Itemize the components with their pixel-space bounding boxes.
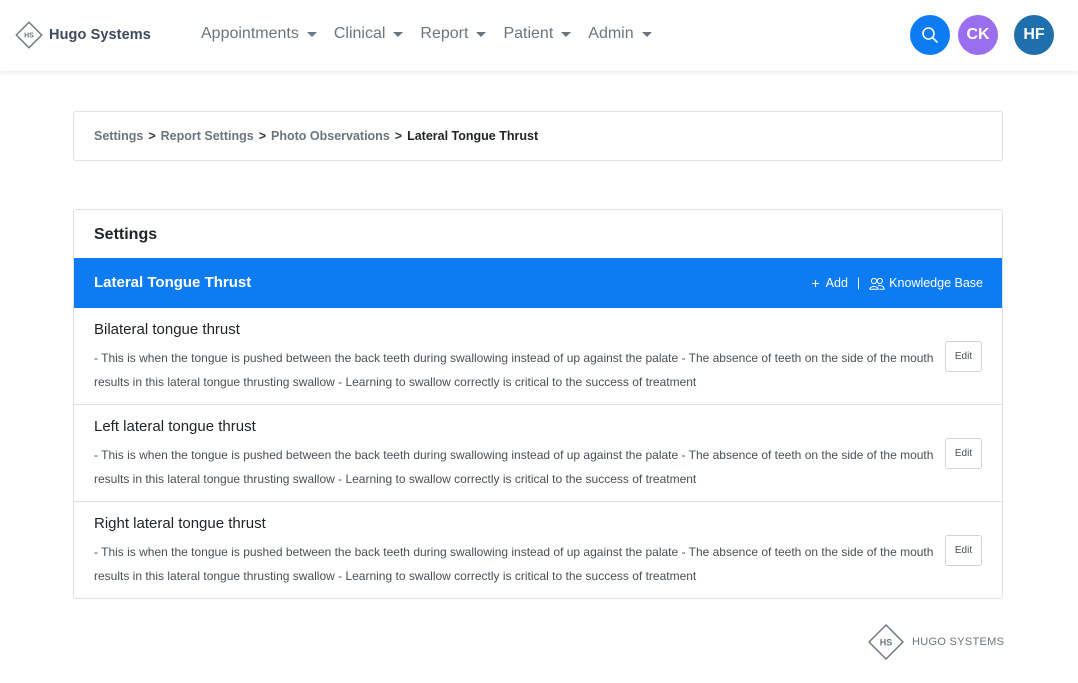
user-avatar-ck[interactable]: CK — [958, 15, 998, 55]
section-actions: + Add | Knowledge Base — [811, 276, 983, 290]
footer-brand-text: HUGO SYSTEMS — [912, 636, 1005, 648]
add-label: Add — [825, 276, 848, 290]
nav-label: Report — [420, 25, 469, 42]
breadcrumb-link-photo-observations[interactable]: Photo Observations — [271, 129, 390, 143]
search-button[interactable] — [910, 15, 950, 55]
edit-button[interactable]: Edit — [945, 438, 982, 469]
section-title: Lateral Tongue Thrust — [94, 274, 252, 291]
list-item: Right lateral tongue thrust - This is wh… — [74, 502, 1002, 598]
card-title: Settings — [94, 226, 158, 243]
knowledge-base-label: Knowledge Base — [889, 276, 983, 290]
nav-label: Admin — [588, 25, 634, 42]
main-nav: Appointments Clinical Report Patient Adm… — [201, 25, 669, 43]
breadcrumb-separator: > — [394, 129, 403, 143]
svg-text:HS: HS — [24, 33, 34, 40]
observation-title: Bilateral tongue thrust — [94, 321, 240, 338]
edit-button[interactable]: Edit — [945, 535, 982, 566]
settings-card: Settings Lateral Tongue Thrust + Add | K… — [73, 209, 1003, 599]
divider: | — [856, 276, 861, 290]
top-navbar: HS Hugo Systems Appointments Clinical Re… — [0, 0, 1078, 71]
section-header: Lateral Tongue Thrust + Add | Knowledge … — [74, 258, 1002, 308]
chevron-down-icon — [476, 31, 487, 37]
nav-appointments-dropdown[interactable]: Appointments — [201, 25, 317, 43]
breadcrumb-separator: > — [148, 129, 156, 143]
observation-title: Right lateral tongue thrust — [94, 515, 266, 532]
breadcrumb-separator: > — [258, 129, 266, 143]
nav-label: Patient — [503, 25, 554, 42]
hs-logo-icon: HS — [868, 624, 904, 660]
nav-admin-dropdown[interactable]: Admin — [588, 25, 652, 43]
brand-logo-link[interactable]: HS Hugo Systems — [14, 20, 151, 50]
brand-name: Hugo Systems — [49, 27, 151, 43]
edit-button[interactable]: Edit — [945, 341, 982, 372]
chevron-down-icon — [306, 31, 317, 37]
chevron-down-icon — [393, 31, 404, 37]
users-icon — [869, 277, 885, 290]
footer-logo: HS HUGO SYSTEMS — [866, 622, 1004, 662]
list-item: Left lateral tongue thrust - This is whe… — [74, 405, 1002, 502]
svg-text:HS: HS — [880, 638, 893, 648]
breadcrumb-link-settings[interactable]: Settings — [94, 129, 143, 143]
search-icon — [922, 27, 938, 43]
hs-logo-icon: HS — [14, 20, 44, 50]
chevron-down-icon — [641, 31, 652, 37]
chevron-down-icon — [561, 31, 572, 37]
observation-description: - This is when the tongue is pushed betw… — [94, 545, 934, 583]
breadcrumb-link-report-settings[interactable]: Report Settings — [161, 129, 254, 143]
plus-icon: + — [811, 275, 820, 291]
list-item: Bilateral tongue thrust - This is when t… — [74, 308, 1002, 405]
nav-patient-dropdown[interactable]: Patient — [503, 25, 572, 43]
nav-label: Appointments — [201, 25, 299, 42]
nav-label: Clinical — [333, 25, 386, 42]
breadcrumb: Settings > Report Settings > Photo Obser… — [73, 111, 1003, 161]
add-button[interactable]: + Add — [811, 276, 847, 290]
nav-report-dropdown[interactable]: Report — [420, 25, 487, 43]
observation-description: - This is when the tongue is pushed betw… — [94, 351, 934, 389]
user-avatar-hf[interactable]: HF — [1014, 15, 1054, 55]
breadcrumb-current: Lateral Tongue Thrust — [407, 129, 539, 143]
nav-clinical-dropdown[interactable]: Clinical — [334, 25, 404, 43]
observation-title: Left lateral tongue thrust — [94, 418, 256, 435]
knowledge-base-button[interactable]: Knowledge Base — [869, 276, 983, 290]
observation-description: - This is when the tongue is pushed betw… — [94, 448, 934, 486]
